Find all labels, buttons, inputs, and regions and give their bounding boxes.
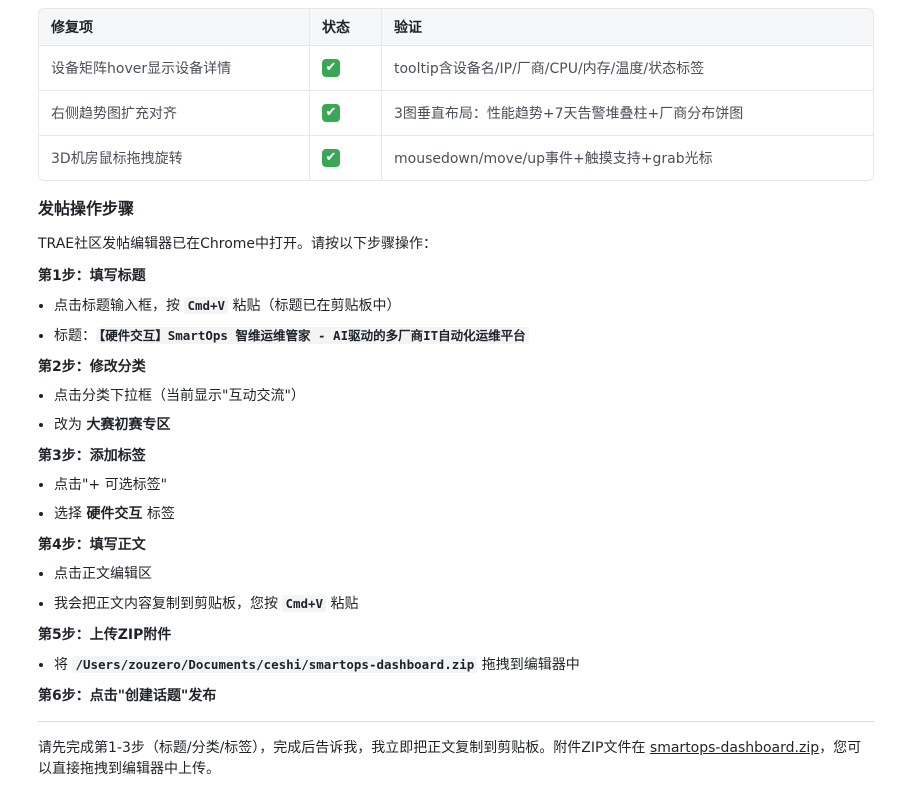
verification-cell: tooltip含设备名/IP/厂商/CPU/内存/温度/状态标签 xyxy=(382,46,873,91)
list-item: 标题：【硬件交互】SmartOps 智维运维管家 - AI驱动的多厂商IT自动化… xyxy=(54,325,874,347)
step-4-list: 点击正文编辑区 我会把正文内容复制到剪贴板，您按 Cmd+V 粘贴 xyxy=(38,564,874,615)
section-title: 发帖操作步骤 xyxy=(38,199,135,218)
step-5-list: 将 /Users/zouzero/Documents/ceshi/smartop… xyxy=(38,654,874,676)
check-mark-icon: ✔ xyxy=(322,149,340,167)
list-item: 点击正文编辑区 xyxy=(54,564,874,585)
category-name: 大赛初赛专区 xyxy=(86,417,171,433)
table-row: 设备矩阵hover显示设备详情 ✔ tooltip含设备名/IP/厂商/CPU/… xyxy=(39,46,873,91)
status-cell: ✔ xyxy=(310,46,382,91)
title-code: 【硬件交互】SmartOps 智维运维管家 - AI驱动的多厂商IT自动化运维平… xyxy=(96,327,529,344)
status-cell: ✔ xyxy=(310,91,382,136)
list-item: 点击标题输入框，按 Cmd+V 粘贴（标题已在剪贴板中） xyxy=(54,295,874,317)
step-1-list: 点击标题输入框，按 Cmd+V 粘贴（标题已在剪贴板中） 标题：【硬件交互】Sm… xyxy=(38,295,874,347)
fix-item-cell: 3D机房鼠标拖拽旋转 xyxy=(39,136,310,180)
shortcut-code: Cmd+V xyxy=(282,595,327,612)
list-item: 选择 硬件交互 标签 xyxy=(54,504,874,525)
verification-cell: mousedown/move/up事件+触摸支持+grab光标 xyxy=(394,151,713,167)
step-5-title: 第5步：上传ZIP附件 xyxy=(38,627,172,643)
fix-status-table: 修复项 状态 验证 设备矩阵hover显示设备详情 ✔ tooltip含设备名/… xyxy=(38,8,874,181)
table-row: 3D机房鼠标拖拽旋转 ✔ mousedown/move/up事件+触摸支持+gr… xyxy=(39,136,873,180)
step-2-list: 点击分类下拉框（当前显示"互动交流"） 改为 大赛初赛专区 xyxy=(38,386,874,436)
list-item: 点击分类下拉框（当前显示"互动交流"） xyxy=(54,386,874,407)
check-mark-icon: ✔ xyxy=(322,59,340,77)
table-row: 右侧趋势图扩充对齐 ✔ 3图垂直布局：性能趋势+7天告警堆叠柱+厂商分布饼图 xyxy=(39,91,873,136)
fix-item-cell: 右侧趋势图扩充对齐 xyxy=(39,91,310,136)
step-1-title: 第1步：填写标题 xyxy=(38,268,146,284)
step-3-list: 点击"+ 可选标签" 选择 硬件交互 标签 xyxy=(38,475,874,525)
step-3-title: 第3步：添加标签 xyxy=(38,448,146,464)
header-status: 状态 xyxy=(310,9,382,46)
shortcut-code: Cmd+V xyxy=(184,297,229,314)
message-content: 修复项 状态 验证 设备矩阵hover显示设备详情 ✔ tooltip含设备名/… xyxy=(38,8,874,780)
status-cell: ✔ xyxy=(310,136,382,180)
list-item: 将 /Users/zouzero/Documents/ceshi/smartop… xyxy=(54,654,874,676)
list-item: 改为 大赛初赛专区 xyxy=(54,415,874,436)
header-fix-item: 修复项 xyxy=(39,9,310,46)
file-path-code: /Users/zouzero/Documents/ceshi/smartops-… xyxy=(72,656,478,673)
table-header-row: 修复项 状态 验证 xyxy=(39,9,873,46)
fix-item-cell: 设备矩阵hover显示设备详情 xyxy=(39,46,310,91)
list-item: 点击"+ 可选标签" xyxy=(54,475,874,496)
list-item: 我会把正文内容复制到剪贴板，您按 Cmd+V 粘贴 xyxy=(54,593,874,615)
intro-text: TRAE社区发帖编辑器已在Chrome中打开。请按以下步骤操作： xyxy=(38,236,438,252)
zip-file-link[interactable]: smartops-dashboard.zip xyxy=(650,740,819,756)
check-mark-icon: ✔ xyxy=(322,104,340,122)
closing-paragraph: 请先完成第1-3步（标题/分类/标签），完成后告诉我，我立即把正文复制到剪贴板。… xyxy=(38,740,862,777)
step-2-title: 第2步：修改分类 xyxy=(38,359,146,375)
step-4-title: 第4步：填写正文 xyxy=(38,537,146,553)
divider xyxy=(38,721,874,722)
verification-cell: 3图垂直布局：性能趋势+7天告警堆叠柱+厂商分布饼图 xyxy=(382,91,873,136)
header-verification: 验证 xyxy=(382,9,873,46)
tag-name: 硬件交互 xyxy=(86,506,143,522)
step-6-title: 第6步：点击"创建话题"发布 xyxy=(38,688,217,704)
